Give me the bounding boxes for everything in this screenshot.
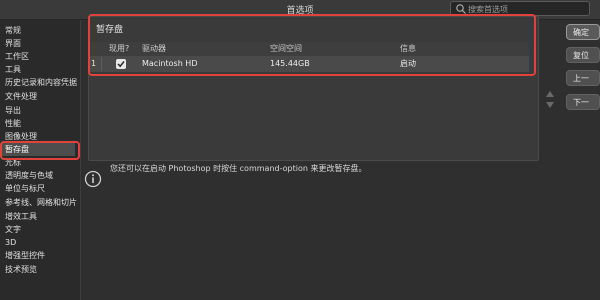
- sidebar-item-tech-preview[interactable]: 技术预览: [5, 263, 37, 276]
- column-header-info[interactable]: 信息: [400, 42, 416, 56]
- search-input[interactable]: 搜索首选项: [450, 1, 590, 16]
- column-header-active[interactable]: 现用?: [109, 42, 129, 56]
- sidebar-item-enhanced-controls[interactable]: 增强型控件: [5, 249, 45, 262]
- sidebar-item-history[interactable]: 历史记录和内容凭据: [5, 76, 77, 89]
- drive-name: Macintosh HD: [142, 59, 198, 68]
- sidebar: 常规 界面 工作区 工具 历史记录和内容凭据 文件处理 导出 性能 图像处理 暂…: [0, 20, 81, 300]
- move-up-icon[interactable]: [545, 90, 555, 98]
- sidebar-item-tools[interactable]: 工具: [5, 63, 21, 76]
- next-button[interactable]: 下一: [566, 94, 600, 110]
- sidebar-item-scratch-disks[interactable]: 暂存盘: [2, 143, 75, 156]
- drive-info: 启动: [400, 59, 416, 68]
- scratch-disks-table: 现用? 驱动器 空间空间 信息 1 Macintosh HD 145.44GB …: [89, 42, 529, 76]
- sidebar-item-file-handling[interactable]: 文件处理: [5, 90, 37, 103]
- panel-title: 暂存盘: [96, 25, 124, 35]
- ok-button[interactable]: 确定: [566, 24, 600, 40]
- sidebar-item-transparency[interactable]: 透明度与色域: [5, 169, 53, 182]
- move-down-icon[interactable]: [545, 101, 555, 109]
- sidebar-item-general[interactable]: 常规: [5, 24, 21, 37]
- sidebar-item-image-processing[interactable]: 图像处理: [5, 130, 37, 143]
- column-header-drive[interactable]: 驱动器: [142, 42, 166, 56]
- row-number: 1: [91, 57, 102, 71]
- sidebar-item-guides-grid[interactable]: 参考线、网格和切片: [5, 196, 77, 209]
- info-text: 您还可以在启动 Photoshop 时按住 command-option 来更改…: [110, 164, 367, 173]
- search-icon: [456, 4, 466, 14]
- free-space: 145.44GB: [270, 59, 310, 68]
- checkmark-icon: [117, 61, 125, 68]
- sidebar-item-type[interactable]: 文字: [5, 223, 21, 236]
- sidebar-item-cursors[interactable]: 光标: [5, 156, 21, 169]
- sidebar-item-units-rulers[interactable]: 单位与标尺: [5, 182, 45, 195]
- sidebar-item-workspace[interactable]: 工作区: [5, 50, 29, 63]
- column-header-space[interactable]: 空间空间: [270, 42, 302, 56]
- sidebar-item-interface[interactable]: 界面: [5, 37, 21, 50]
- search-placeholder: 搜索首选项: [468, 5, 508, 14]
- reset-button[interactable]: 复位: [566, 47, 600, 63]
- sidebar-item-export[interactable]: 导出: [5, 104, 21, 117]
- previous-button[interactable]: 上一: [566, 70, 600, 86]
- sidebar-item-plugins[interactable]: 增效工具: [5, 210, 37, 223]
- table-header: 现用? 驱动器 空间空间 信息: [89, 42, 529, 57]
- info-icon: [84, 170, 102, 188]
- scratch-disks-panel: [88, 16, 539, 161]
- active-checkbox[interactable]: [116, 59, 126, 69]
- sidebar-item-3d[interactable]: 3D: [5, 236, 16, 249]
- table-row[interactable]: 1 Macintosh HD 145.44GB 启动: [89, 56, 529, 72]
- sidebar-item-performance[interactable]: 性能: [5, 117, 21, 130]
